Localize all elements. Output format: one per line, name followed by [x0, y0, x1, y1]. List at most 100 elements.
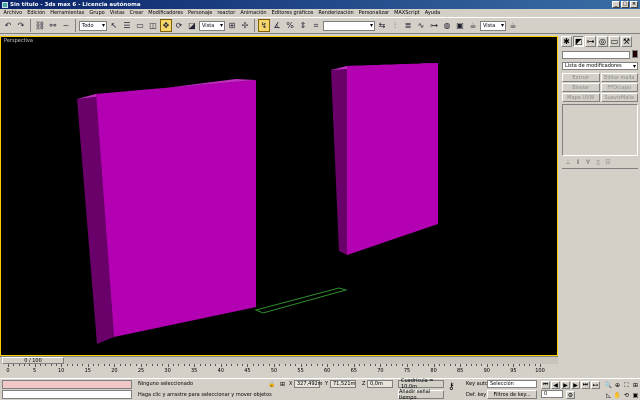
- redo-icon[interactable]: ↷: [15, 19, 27, 32]
- unlink-icon[interactable]: ⚯: [47, 19, 59, 32]
- menu-reactor[interactable]: reactor: [215, 10, 238, 16]
- create-tab-icon[interactable]: ✱: [561, 36, 572, 47]
- time-slider-track[interactable]: 0 / 100: [0, 356, 558, 364]
- show-end-result-icon[interactable]: Ⅱ: [574, 158, 582, 166]
- lock-selection-icon[interactable]: 🔒: [268, 381, 275, 388]
- schematic-view-icon[interactable]: ⊶: [428, 19, 440, 32]
- right-box-front[interactable]: [347, 63, 438, 255]
- ffd-box-button[interactable]: FFD(caja): [600, 83, 638, 92]
- manipulate-icon[interactable]: ✢: [239, 19, 251, 32]
- next-frame-icon[interactable]: ▶: [571, 381, 580, 389]
- extrude-button[interactable]: Extruir: [562, 73, 600, 82]
- bind-space-warp-icon[interactable]: ~: [60, 19, 72, 32]
- select-by-name-icon[interactable]: ☰: [121, 19, 133, 32]
- add-time-tag-button[interactable]: Añadir señal tiempo: [398, 389, 444, 400]
- select-and-move-icon[interactable]: ✥: [160, 19, 172, 32]
- render-type-select[interactable]: Vista: [480, 20, 506, 31]
- render-last-icon[interactable]: ☕: [507, 19, 519, 32]
- field-of-view-icon[interactable]: ◺: [604, 391, 613, 400]
- motion-tab-icon[interactable]: ◎: [597, 36, 608, 47]
- menu-crear[interactable]: Crear: [127, 10, 146, 16]
- named-selection-icon[interactable]: ⌗: [310, 19, 322, 32]
- absolute-mode-icon[interactable]: ⊞: [280, 381, 285, 388]
- maximize-button[interactable]: □: [621, 1, 629, 8]
- window-crossing-icon[interactable]: ◫: [147, 19, 159, 32]
- reference-coord-select[interactable]: Vista: [199, 20, 225, 31]
- angle-snap-icon[interactable]: ∡: [271, 19, 283, 32]
- maxscript-input-mini[interactable]: [2, 390, 132, 399]
- menu-herramientas[interactable]: Herramientas: [48, 10, 87, 16]
- make-unique-icon[interactable]: ∀: [584, 158, 592, 166]
- x-coordinate-field[interactable]: 327,492m: [294, 380, 323, 388]
- zoom-extents-icon[interactable]: ⛶: [622, 381, 631, 390]
- previous-frame-icon[interactable]: ◀: [551, 381, 560, 389]
- layer-manager-icon[interactable]: ≣: [402, 19, 414, 32]
- named-selection-select[interactable]: [323, 20, 375, 31]
- play-icon[interactable]: ▶: [561, 381, 570, 389]
- menu-vistas[interactable]: Vistas: [107, 10, 127, 16]
- menu-ayuda[interactable]: Ayuda: [422, 10, 442, 16]
- percent-snap-icon[interactable]: %: [284, 19, 296, 32]
- menu-edicion[interactable]: Edición: [25, 10, 48, 16]
- maximize-viewport-icon[interactable]: ▣: [631, 391, 640, 400]
- menu-grupo[interactable]: Grupo: [87, 10, 107, 16]
- snap-toggle-icon[interactable]: ↯: [258, 19, 270, 32]
- menu-personalizar[interactable]: Personalizar: [356, 10, 391, 16]
- track-bar[interactable]: 0 5 10 15 20 25 30 35 40 45 50 55 60 65 70 75 80 85 90 95 10…: [0, 364, 558, 378]
- material-editor-icon[interactable]: ◍: [441, 19, 453, 32]
- menu-personaje[interactable]: Personaje: [186, 10, 215, 16]
- selection-filter-select[interactable]: Todo: [79, 20, 107, 31]
- time-config-icon[interactable]: ⚙: [566, 391, 575, 399]
- pan-icon[interactable]: ✋: [613, 391, 622, 400]
- pin-stack-icon[interactable]: ⊥: [564, 158, 572, 166]
- modifier-list-select[interactable]: Lista de modificadores: [562, 62, 638, 70]
- zoom-extents-all-icon[interactable]: ⊞: [631, 381, 640, 390]
- menu-renderizacion[interactable]: Renderización: [316, 10, 356, 16]
- modifier-stack[interactable]: [562, 104, 638, 156]
- meshsmooth-button[interactable]: SuavizMalla: [600, 93, 638, 102]
- spinner-snap-icon[interactable]: ⇕: [297, 19, 309, 32]
- menu-maxscript[interactable]: MAXScript: [392, 10, 423, 16]
- utilities-tab-icon[interactable]: ⚒: [621, 36, 632, 47]
- link-icon[interactable]: ⛓: [34, 19, 46, 32]
- menu-animacion[interactable]: Animación: [238, 10, 269, 16]
- menu-editores-graficos[interactable]: Editores gráficos: [269, 10, 316, 16]
- set-key-label[interactable]: Def. key: [466, 392, 486, 398]
- left-box-front[interactable]: [96, 80, 256, 337]
- object-name-field[interactable]: [562, 51, 630, 59]
- curve-editor-icon[interactable]: ∿: [415, 19, 427, 32]
- set-key-icon[interactable]: ⚷: [448, 382, 455, 392]
- undo-icon[interactable]: ↶: [2, 19, 14, 32]
- align-icon[interactable]: ⫶: [389, 19, 401, 32]
- zoom-icon[interactable]: 🔍: [604, 381, 613, 390]
- select-and-scale-icon[interactable]: ◪: [186, 19, 198, 32]
- uvw-map-button[interactable]: Mapa UVW: [562, 93, 600, 102]
- arc-rotate-icon[interactable]: ⟲: [622, 391, 631, 400]
- auto-key-label[interactable]: Key auto: [466, 381, 488, 387]
- object-color-swatch[interactable]: [632, 50, 638, 58]
- current-frame-field[interactable]: 0: [541, 390, 563, 398]
- minimize-button[interactable]: _: [612, 1, 620, 8]
- perspective-viewport[interactable]: Perspectiva: [0, 36, 558, 356]
- y-coordinate-field[interactable]: 71,521m: [330, 380, 356, 388]
- select-and-rotate-icon[interactable]: ⟳: [173, 19, 185, 32]
- close-button[interactable]: ×: [630, 1, 638, 8]
- configure-sets-icon[interactable]: ☷: [604, 158, 612, 166]
- go-to-end-icon[interactable]: ⏭: [581, 381, 590, 389]
- menu-modificadores[interactable]: Modificadores: [146, 10, 186, 16]
- remove-modifier-icon[interactable]: ▯: [594, 158, 602, 166]
- bevel-button[interactable]: Biselar: [562, 83, 600, 92]
- select-object-icon[interactable]: ↖: [108, 19, 120, 32]
- edit-mesh-button[interactable]: Editar malla: [600, 73, 638, 82]
- mirror-icon[interactable]: ⇆: [376, 19, 388, 32]
- key-mode-icon[interactable]: ⊷: [591, 381, 600, 389]
- time-slider[interactable]: 0 / 100: [2, 357, 64, 364]
- display-tab-icon[interactable]: ▭: [609, 36, 620, 47]
- key-filters-button[interactable]: Filtros de key...: [487, 390, 537, 399]
- go-to-start-icon[interactable]: ⏮: [541, 381, 550, 389]
- right-box-side[interactable]: [331, 66, 347, 255]
- maxscript-listener-mini[interactable]: [2, 380, 132, 389]
- pivot-point-icon[interactable]: ⊞: [226, 19, 238, 32]
- rectangular-selection-icon[interactable]: ▭: [134, 19, 146, 32]
- quick-render-icon[interactable]: ☕: [467, 19, 479, 32]
